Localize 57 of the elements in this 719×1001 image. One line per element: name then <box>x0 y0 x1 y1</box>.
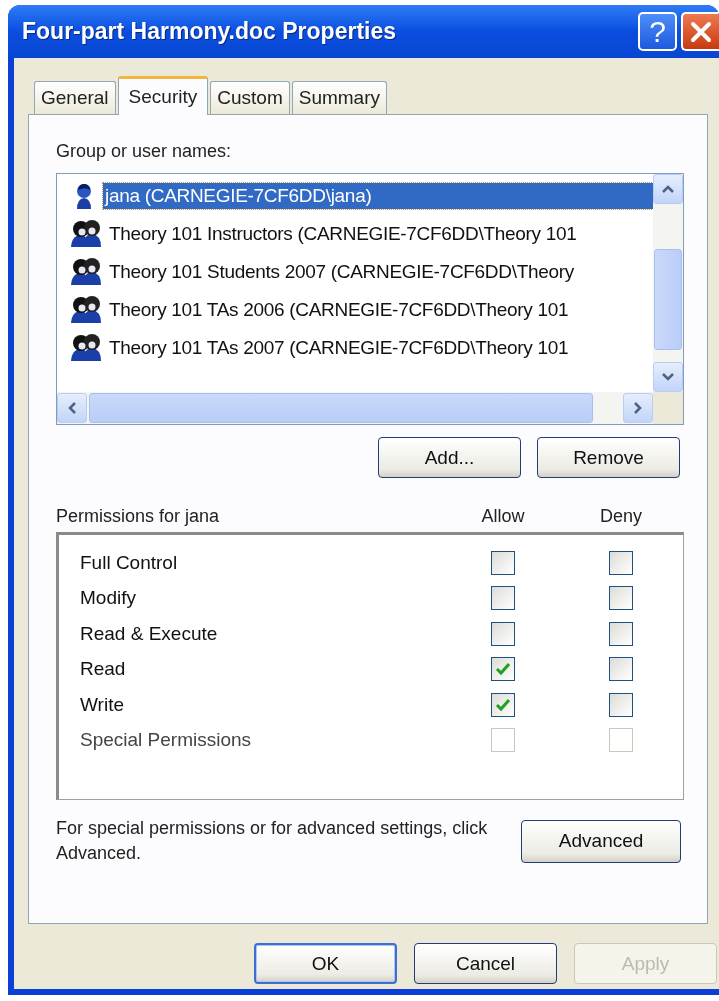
tab[interactable]: General <box>34 81 116 114</box>
horizontal-scrollbar[interactable] <box>57 392 683 424</box>
scrollbar-corner <box>653 392 683 424</box>
allow-checkbox[interactable] <box>491 692 515 717</box>
advanced-button[interactable]: Advanced <box>521 819 681 863</box>
scroll-thumb[interactable] <box>654 249 682 350</box>
permission-name: Full Control <box>80 551 179 574</box>
group-icon <box>69 295 103 325</box>
allow-checkbox[interactable] <box>491 657 515 682</box>
deny-checkbox[interactable] <box>609 657 633 682</box>
deny-checkbox[interactable] <box>609 586 633 611</box>
tab[interactable]: Custom <box>210 81 290 114</box>
chevron-up-icon <box>661 184 675 194</box>
group-icon <box>69 219 103 249</box>
tab[interactable]: Summary <box>291 81 387 114</box>
permission-name: Write <box>80 693 125 716</box>
permission-name: Modify <box>80 587 137 610</box>
allow-checkbox[interactable] <box>491 621 515 646</box>
permissions-label: Permissions for jana <box>56 505 221 527</box>
tab[interactable]: Security <box>117 76 209 115</box>
list-item[interactable]: Theory 101 TAs 2006 (CARNEGIE-7CF6DD\Theory 101 <box>107 297 571 323</box>
chevron-left-icon <box>67 401 77 415</box>
group-icon <box>69 257 103 287</box>
dialog-button[interactable]: Add... <box>378 437 521 478</box>
dialog-button[interactable]: OK <box>254 943 397 984</box>
help-button[interactable]: ? <box>638 12 677 51</box>
deny-checkbox[interactable] <box>609 621 633 646</box>
group-list-label: Group or user names: <box>56 141 233 163</box>
scroll-down-button[interactable] <box>653 362 683 392</box>
check-icon <box>495 662 511 677</box>
check-icon <box>495 697 511 712</box>
allow-checkbox[interactable] <box>491 586 515 611</box>
permission-name: Read <box>80 658 127 681</box>
advanced-note: For special permissions or for advanced settings, click Advanced. <box>56 817 489 865</box>
dialog-button[interactable]: Remove <box>537 437 680 478</box>
scroll-left-button[interactable] <box>57 393 87 423</box>
chevron-down-icon <box>661 372 675 382</box>
scroll-up-button[interactable] <box>653 174 683 204</box>
column-header: Allow <box>480 505 526 527</box>
column-header: Deny <box>599 505 643 527</box>
group-icon <box>69 333 103 363</box>
scroll-thumb[interactable] <box>89 393 593 423</box>
permission-name: Special Permissions <box>80 729 253 752</box>
list-item[interactable]: Theory 101 Instructors (CARNEGIE-7CF6DD\Theory 101 <box>107 221 579 247</box>
chevron-right-icon <box>633 401 643 415</box>
dialog-button[interactable]: Cancel <box>414 943 557 984</box>
allow-checkbox[interactable] <box>491 550 515 575</box>
list-item[interactable]: Theory 101 Students 2007 (CARNEGIE-7CF6DD\Theory <box>107 259 577 285</box>
deny-checkbox[interactable] <box>609 550 633 575</box>
scroll-right-button[interactable] <box>623 393 653 423</box>
list-item[interactable]: jana (CARNEGIE-7CF6DD\jana) <box>103 183 653 209</box>
vertical-scrollbar[interactable] <box>653 174 683 392</box>
permission-name: Read & Execute <box>80 622 219 645</box>
deny-checkbox[interactable] <box>609 692 633 717</box>
window-title: Four-part Harmony.doc Properties <box>22 18 398 45</box>
close-button[interactable] <box>681 12 719 51</box>
list-item[interactable]: Theory 101 TAs 2007 (CARNEGIE-7CF6DD\Theory 101 <box>107 335 571 361</box>
